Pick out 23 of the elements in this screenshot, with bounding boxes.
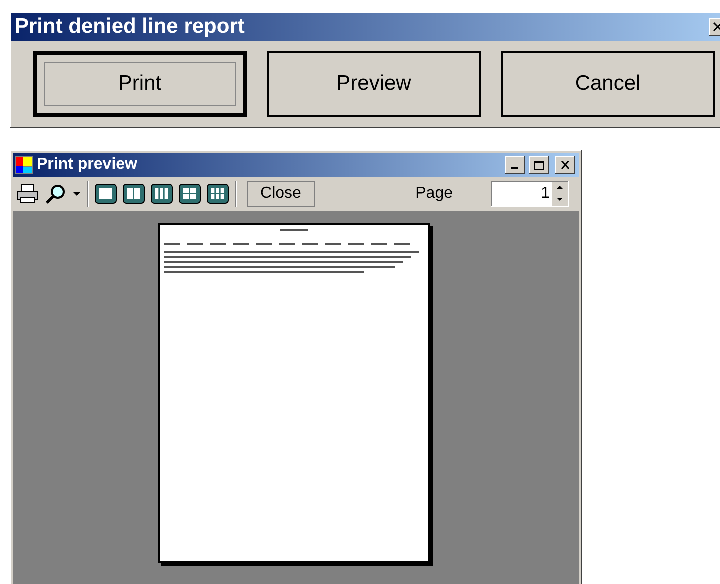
close-button[interactable]: Close [247, 181, 315, 207]
page-spinner[interactable]: 1 [491, 181, 569, 207]
page-layout-icon[interactable] [95, 184, 117, 204]
window-title: Print denied line report [15, 15, 245, 39]
magnifier-icon[interactable] [45, 184, 67, 204]
page-layout-icon[interactable] [207, 184, 229, 204]
maximize-icon [534, 160, 544, 170]
maximize-button[interactable] [529, 156, 549, 174]
page-layout-icon[interactable] [179, 184, 201, 204]
page-layout-icon[interactable] [151, 184, 173, 204]
window-title: Print preview [37, 156, 138, 174]
app-icon [15, 156, 33, 174]
close-icon [560, 161, 570, 169]
printer-icon[interactable] [17, 184, 39, 204]
dialog-button[interactable]: Cancel [501, 51, 715, 117]
dialog-button[interactable]: Print [33, 51, 247, 117]
close-icon [713, 22, 720, 32]
dialog-button[interactable]: Preview [267, 51, 481, 117]
page-label: Page [416, 185, 453, 203]
caret-icon[interactable] [73, 192, 81, 196]
page-layout-icon[interactable] [123, 184, 145, 204]
close-button[interactable] [555, 156, 575, 174]
minimize-button[interactable] [505, 156, 525, 174]
